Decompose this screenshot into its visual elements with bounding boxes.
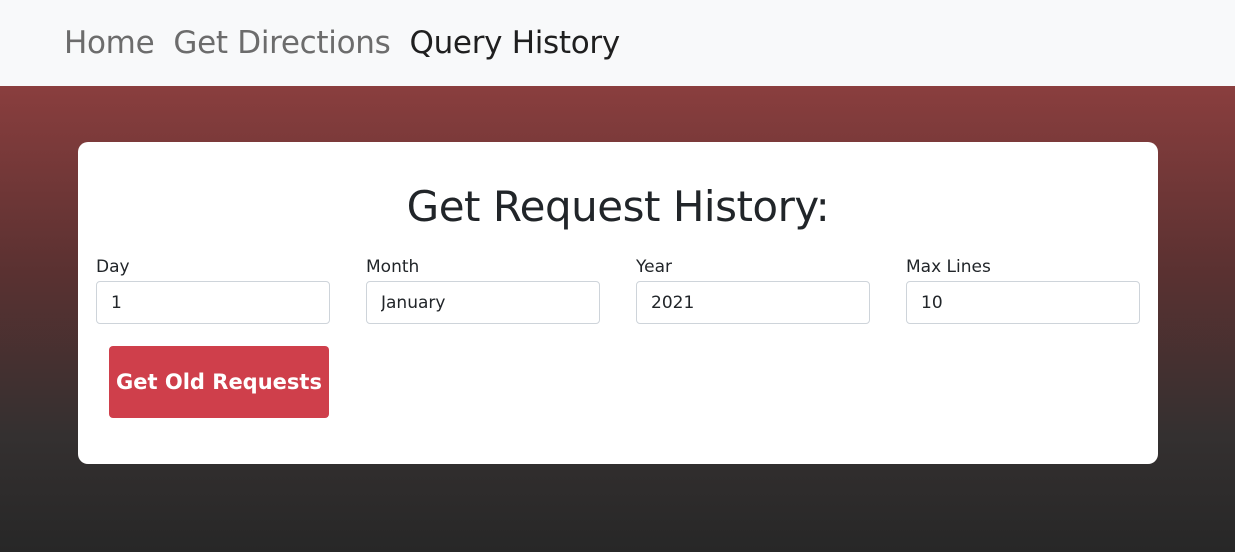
month-field-group: Month xyxy=(366,257,600,324)
max-lines-field-group: Max Lines xyxy=(906,257,1140,324)
request-history-card: Get Request History: Day Month Year Max … xyxy=(78,142,1158,464)
year-field-group: Year xyxy=(636,257,870,324)
nav-link-query-history[interactable]: Query History xyxy=(409,25,620,61)
nav-link-home[interactable]: Home xyxy=(64,25,155,61)
year-label: Year xyxy=(636,257,672,277)
day-field-group: Day xyxy=(96,257,330,324)
month-input[interactable] xyxy=(366,281,600,324)
max-lines-label: Max Lines xyxy=(906,257,991,277)
get-old-requests-button[interactable]: Get Old Requests xyxy=(109,346,329,418)
day-input[interactable] xyxy=(96,281,330,324)
day-label: Day xyxy=(96,257,130,277)
max-lines-input[interactable] xyxy=(906,281,1140,324)
nav-link-get-directions[interactable]: Get Directions xyxy=(173,25,390,61)
year-input[interactable] xyxy=(636,281,870,324)
month-label: Month xyxy=(366,257,420,277)
card-title: Get Request History: xyxy=(406,182,830,231)
top-navbar: Home Get Directions Query History xyxy=(0,0,1235,86)
